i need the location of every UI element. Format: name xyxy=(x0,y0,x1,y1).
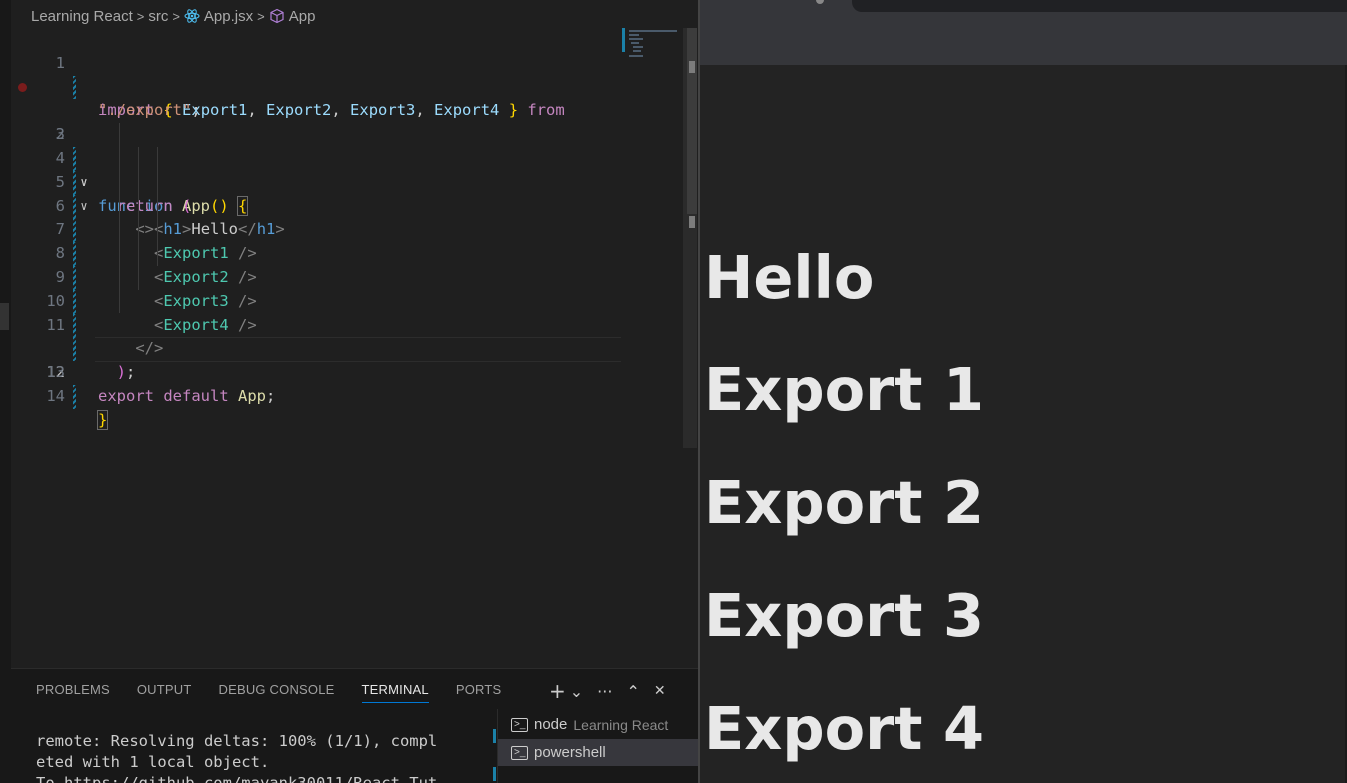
minimap-line xyxy=(629,34,639,36)
code-editor-window: Learning React > src > App.jsx > App 1 i… xyxy=(0,0,698,783)
indent-guide xyxy=(138,147,139,290)
vertical-scrollbar[interactable] xyxy=(683,28,697,448)
code-line: 5 <h1>Hello</h1> xyxy=(11,147,683,239)
indent-guide xyxy=(119,123,120,313)
chevron-down-icon[interactable]: ⌄ xyxy=(570,682,583,701)
code-area[interactable]: 1 import { Export1, Export2, Export3, Ex… xyxy=(11,28,683,668)
more-icon[interactable]: ··· xyxy=(597,682,612,701)
terminal-output[interactable]: remote: Resolving deltas: 100% (1/1), co… xyxy=(36,731,476,783)
page-viewport: Hello Export 1 Export 2 Export 3 Export … xyxy=(700,65,1347,783)
scrollbar-marker xyxy=(689,216,695,228)
terminal-line: To https://github.com/mayank30011/React-… xyxy=(36,774,438,783)
breadcrumb-folder-src[interactable]: src xyxy=(148,8,168,25)
code-line: 14 xyxy=(11,361,683,405)
close-icon[interactable]: ✕ xyxy=(654,683,666,699)
terminal-item-node[interactable]: >_ node Learning React xyxy=(498,711,698,738)
address-bar[interactable] xyxy=(852,0,1347,12)
heading-export-1: Export 1 xyxy=(704,355,985,424)
terminal-line: eted with 1 local object. xyxy=(36,753,270,771)
minimap-line xyxy=(629,30,677,32)
code-line: 1 import { Export1, Export2, Export3, Ex… xyxy=(11,28,683,120)
code-line: 11 ); xyxy=(11,290,683,382)
scrollbar-marker xyxy=(689,61,695,73)
git-change-marker xyxy=(73,384,76,409)
code-line-active: 12 } xyxy=(11,314,683,430)
tab-ports[interactable]: PORTS xyxy=(456,682,502,703)
terminal-item-powershell[interactable]: >_ powershell xyxy=(498,739,698,766)
minimap-line xyxy=(629,38,643,40)
terminal-cwd: Learning React xyxy=(573,716,669,733)
minimap[interactable] xyxy=(622,28,682,68)
bottom-panel: PROBLEMS OUTPUT DEBUG CONSOLE TERMINAL P… xyxy=(11,668,698,783)
tab-problems[interactable]: PROBLEMS xyxy=(36,682,110,703)
code-line: 7 <Export2 /> xyxy=(11,195,683,286)
minimap-line xyxy=(631,42,639,44)
breakpoint-marker[interactable] xyxy=(18,82,27,92)
heading-hello: Hello xyxy=(704,243,875,312)
minimap-line xyxy=(629,55,643,57)
heading-export-2: Export 2 xyxy=(704,468,985,537)
minimap-line xyxy=(633,50,641,52)
line-number: 14 xyxy=(46,386,65,405)
cube-icon xyxy=(270,8,284,24)
tab-debug-console[interactable]: DEBUG CONSOLE xyxy=(219,682,335,703)
indent-guide xyxy=(157,147,158,266)
code-line: 13 export default App; xyxy=(11,337,683,405)
terminal-name: node xyxy=(534,716,568,733)
code-line: 3 ∨ return ( xyxy=(11,99,683,214)
browser-toolbar xyxy=(700,0,1347,65)
terminal-icon: >_ xyxy=(511,717,528,732)
code-line: 9 <Export4 /> xyxy=(11,242,683,334)
code-line: 2 ∨ function App() { xyxy=(11,76,683,216)
chevron-right-icon: > xyxy=(136,8,145,24)
chevron-right-icon: > xyxy=(172,8,180,24)
code-text: export default App; xyxy=(98,386,276,405)
terminal-icon: >_ xyxy=(511,745,528,760)
panel-tabs: PROBLEMS OUTPUT DEBUG CONSOLE TERMINAL P… xyxy=(36,682,528,703)
code-line: 6 <Export1 /> xyxy=(11,171,683,263)
chevron-right-icon: > xyxy=(257,8,265,24)
panel-actions: + ⌄ ··· ⌃ ✕ xyxy=(549,679,666,703)
terminal-decoration xyxy=(493,729,496,743)
terminal-decoration xyxy=(493,767,496,781)
activity-strip xyxy=(0,0,11,783)
heading-export-4: Export 4 xyxy=(704,694,985,763)
maximize-panel-icon[interactable]: ⌃ xyxy=(626,682,639,701)
breadcrumb-symbol[interactable]: App xyxy=(289,8,316,25)
breadcrumb-file[interactable]: App.jsx xyxy=(204,8,253,25)
code-line: 4 ∨ <> xyxy=(11,123,683,238)
minimap-viewport-marker xyxy=(622,28,625,52)
tab-terminal[interactable]: TERMINAL xyxy=(361,682,429,703)
toolbar-icon[interactable] xyxy=(816,0,824,4)
code-line-wrap: "./export"; xyxy=(11,52,683,119)
scrollbar-thumb[interactable] xyxy=(687,28,697,214)
terminal-name: powershell xyxy=(534,744,606,761)
browser-window: Hello Export 1 Export 2 Export 3 Export … xyxy=(698,0,1347,783)
code-text: } xyxy=(96,409,109,430)
breadcrumb: Learning React > src > App.jsx > App xyxy=(31,6,315,26)
breadcrumb-folder-root[interactable]: Learning React xyxy=(31,8,133,25)
terminal-line: remote: Resolving deltas: 100% (1/1), co… xyxy=(36,732,438,750)
code-line: 10 </> xyxy=(11,266,683,358)
activity-active-indicator xyxy=(0,303,9,330)
plus-icon[interactable]: + xyxy=(549,679,566,703)
heading-export-3: Export 3 xyxy=(704,581,985,650)
terminal-list: >_ node Learning React >_ powershell xyxy=(497,709,698,783)
react-icon xyxy=(184,9,200,23)
tab-output[interactable]: OUTPUT xyxy=(137,682,192,703)
code-line: 8 <Export3 /> xyxy=(11,218,683,310)
minimap-line xyxy=(633,46,643,48)
